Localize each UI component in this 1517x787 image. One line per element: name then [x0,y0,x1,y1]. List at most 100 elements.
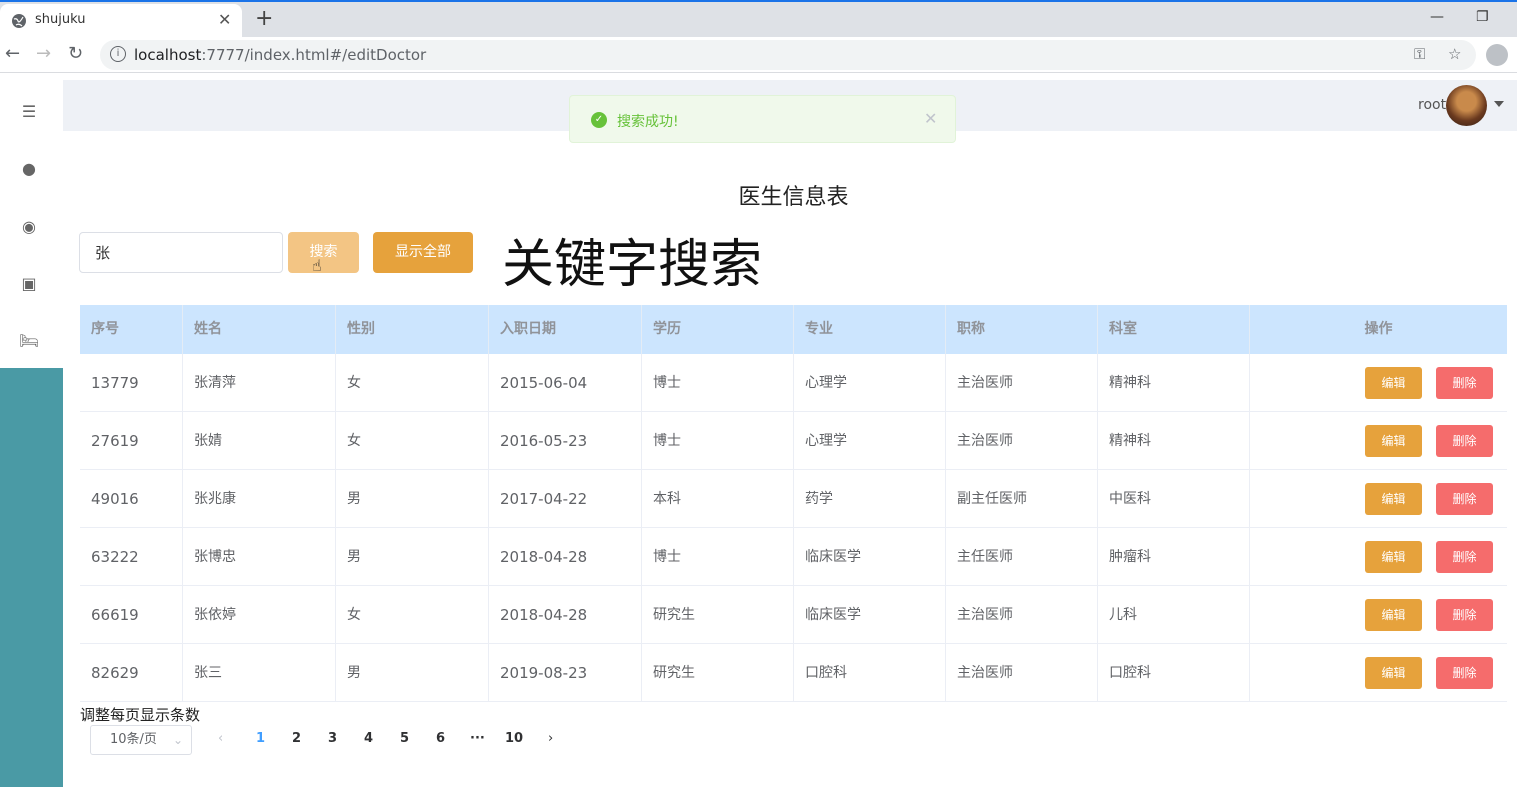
minimize-icon[interactable]: — [1430,9,1444,25]
toast-message: 搜索成功! [617,114,679,130]
page-number[interactable]: 1 [256,731,265,746]
close-tab-icon[interactable]: ✕ [218,10,231,30]
cell-date: 2018-04-28 [489,586,642,644]
page-size-label: 调整每页显示条数 [80,706,201,724]
avatar[interactable] [1446,85,1487,126]
page-number[interactable]: 5 [400,731,409,746]
page-size-value: 10条/页 [110,732,157,747]
user-dropdown-icon[interactable] [1494,101,1504,107]
back-icon[interactable]: ← [5,43,20,65]
cell-id: 63222 [80,528,183,586]
table-row: 27619 张婧女 2016-05-23 博士 心理学 主治医师 精神科 编辑 删除 [80,412,1507,470]
cell-edu: 本科 [642,470,794,528]
cell-name: 张依婷 [183,586,336,644]
header-title: 职称 [946,305,1098,354]
browser-tab[interactable]: shujuku ✕ [0,4,242,39]
cell-dept: 精神科 [1098,412,1250,470]
page-ellipsis[interactable]: ··· [470,731,485,746]
cell-id: 66619 [80,586,183,644]
cell-gender: 男 [336,470,489,528]
cell-title: 主任医师 [946,528,1098,586]
profile-icon[interactable] [1486,44,1508,66]
cell-edu: 博士 [642,412,794,470]
delete-button[interactable]: 删除 [1436,599,1493,631]
prev-page-icon[interactable]: ‹ [218,731,223,746]
cell-id: 27619 [80,412,183,470]
cell-dept: 口腔科 [1098,644,1250,702]
edit-button[interactable]: 编辑 [1365,541,1422,573]
cell-major: 临床医学 [794,586,946,644]
site-info-icon[interactable]: i [110,46,126,62]
cell-title: 主治医师 [946,586,1098,644]
delete-button[interactable]: 删除 [1436,425,1493,457]
cell-date: 2017-04-22 [489,470,642,528]
url-field[interactable]: i localhost:7777/index.html#/editDoctor [100,40,1476,70]
delete-button[interactable]: 删除 [1436,483,1493,515]
page-number[interactable]: 6 [436,731,445,746]
page-number[interactable]: 3 [328,731,337,746]
table-row: 63222 张博忠男 2018-04-28 博士 临床医学 主任医师 肿瘤科 编辑 删除 [80,528,1507,586]
success-toast: ✓ 搜索成功! ✕ [569,95,956,143]
cell-major: 心理学 [794,412,946,470]
restore-icon[interactable]: ❐ [1476,9,1489,25]
user-name[interactable]: root [1418,97,1446,113]
nav-patient-icon[interactable]: ◉ [18,218,40,236]
close-icon[interactable]: ✕ [924,109,937,128]
cell-id: 49016 [80,470,183,528]
page-number[interactable]: 10 [505,731,523,746]
cell-title: 主治医师 [946,354,1098,412]
globe-icon [12,14,26,28]
next-page-icon[interactable]: › [548,731,553,746]
forward-icon[interactable]: → [36,43,51,65]
edit-button[interactable]: 编辑 [1365,425,1422,457]
cell-edu: 博士 [642,354,794,412]
url-path: :7777/index.html#/editDoctor [201,46,427,64]
delete-button[interactable]: 删除 [1436,367,1493,399]
edit-button[interactable]: 编辑 [1365,483,1422,515]
search-button[interactable]: 搜索 [288,232,359,273]
new-tab-icon[interactable]: + [255,8,273,30]
cell-gender: 女 [336,412,489,470]
edit-button[interactable]: 编辑 [1365,599,1422,631]
cell-name: 张婧 [183,412,336,470]
cell-name: 张三 [183,644,336,702]
key-icon[interactable]: ⚿ [1414,45,1425,63]
star-icon[interactable]: ☆ [1448,45,1461,63]
cell-date: 2019-08-23 [489,644,642,702]
header-date: 入职日期 [489,305,642,354]
cell-date: 2018-04-28 [489,528,642,586]
menu-toggle-icon[interactable]: ☰ [18,103,40,121]
header-department: 科室 [1098,305,1250,354]
page-size-select[interactable]: 10条/页 ⌄ [90,725,192,755]
search-input[interactable] [79,232,283,273]
cell-major: 心理学 [794,354,946,412]
cell-gender: 男 [336,528,489,586]
nav-doctor-icon[interactable]: ● [18,160,40,178]
header-id: 序号 [80,305,183,354]
mouse-cursor-icon: ☝ [312,256,322,275]
delete-button[interactable]: 删除 [1436,541,1493,573]
cell-title: 主治医师 [946,412,1098,470]
header-education: 学历 [642,305,794,354]
table-header: 序号 姓名 性别 入职日期 学历 专业 职称 科室 操作 [80,305,1507,354]
page-number[interactable]: 2 [292,731,301,746]
page-number[interactable]: 4 [364,731,373,746]
cell-dept: 肿瘤科 [1098,528,1250,586]
annotation-label: 关键字搜索 [502,235,763,295]
nav-medicine-icon[interactable]: ▣ [18,275,40,293]
cell-dept: 精神科 [1098,354,1250,412]
nav-bed-icon[interactable]: 🛏 [18,332,40,350]
edit-button[interactable]: 编辑 [1365,367,1422,399]
show-all-button[interactable]: 显示全部 [373,232,473,273]
delete-button[interactable]: 删除 [1436,657,1493,689]
tab-title: shujuku [35,12,86,27]
header-actions: 操作 [1364,321,1393,337]
edit-button[interactable]: 编辑 [1365,657,1422,689]
page-title: 医生信息表 [738,185,849,210]
cell-edu: 研究生 [642,586,794,644]
table-row: 82629 张三男 2019-08-23 研究生 口腔科 主治医师 口腔科 编辑 删除 [80,644,1507,702]
reload-icon[interactable]: ↻ [68,43,83,65]
cell-name: 张清萍 [183,354,336,412]
table-row: 13779 张清萍女 2015-06-04 博士 心理学 主治医师 精神科 编辑 删除 [80,354,1507,412]
cell-gender: 女 [336,354,489,412]
